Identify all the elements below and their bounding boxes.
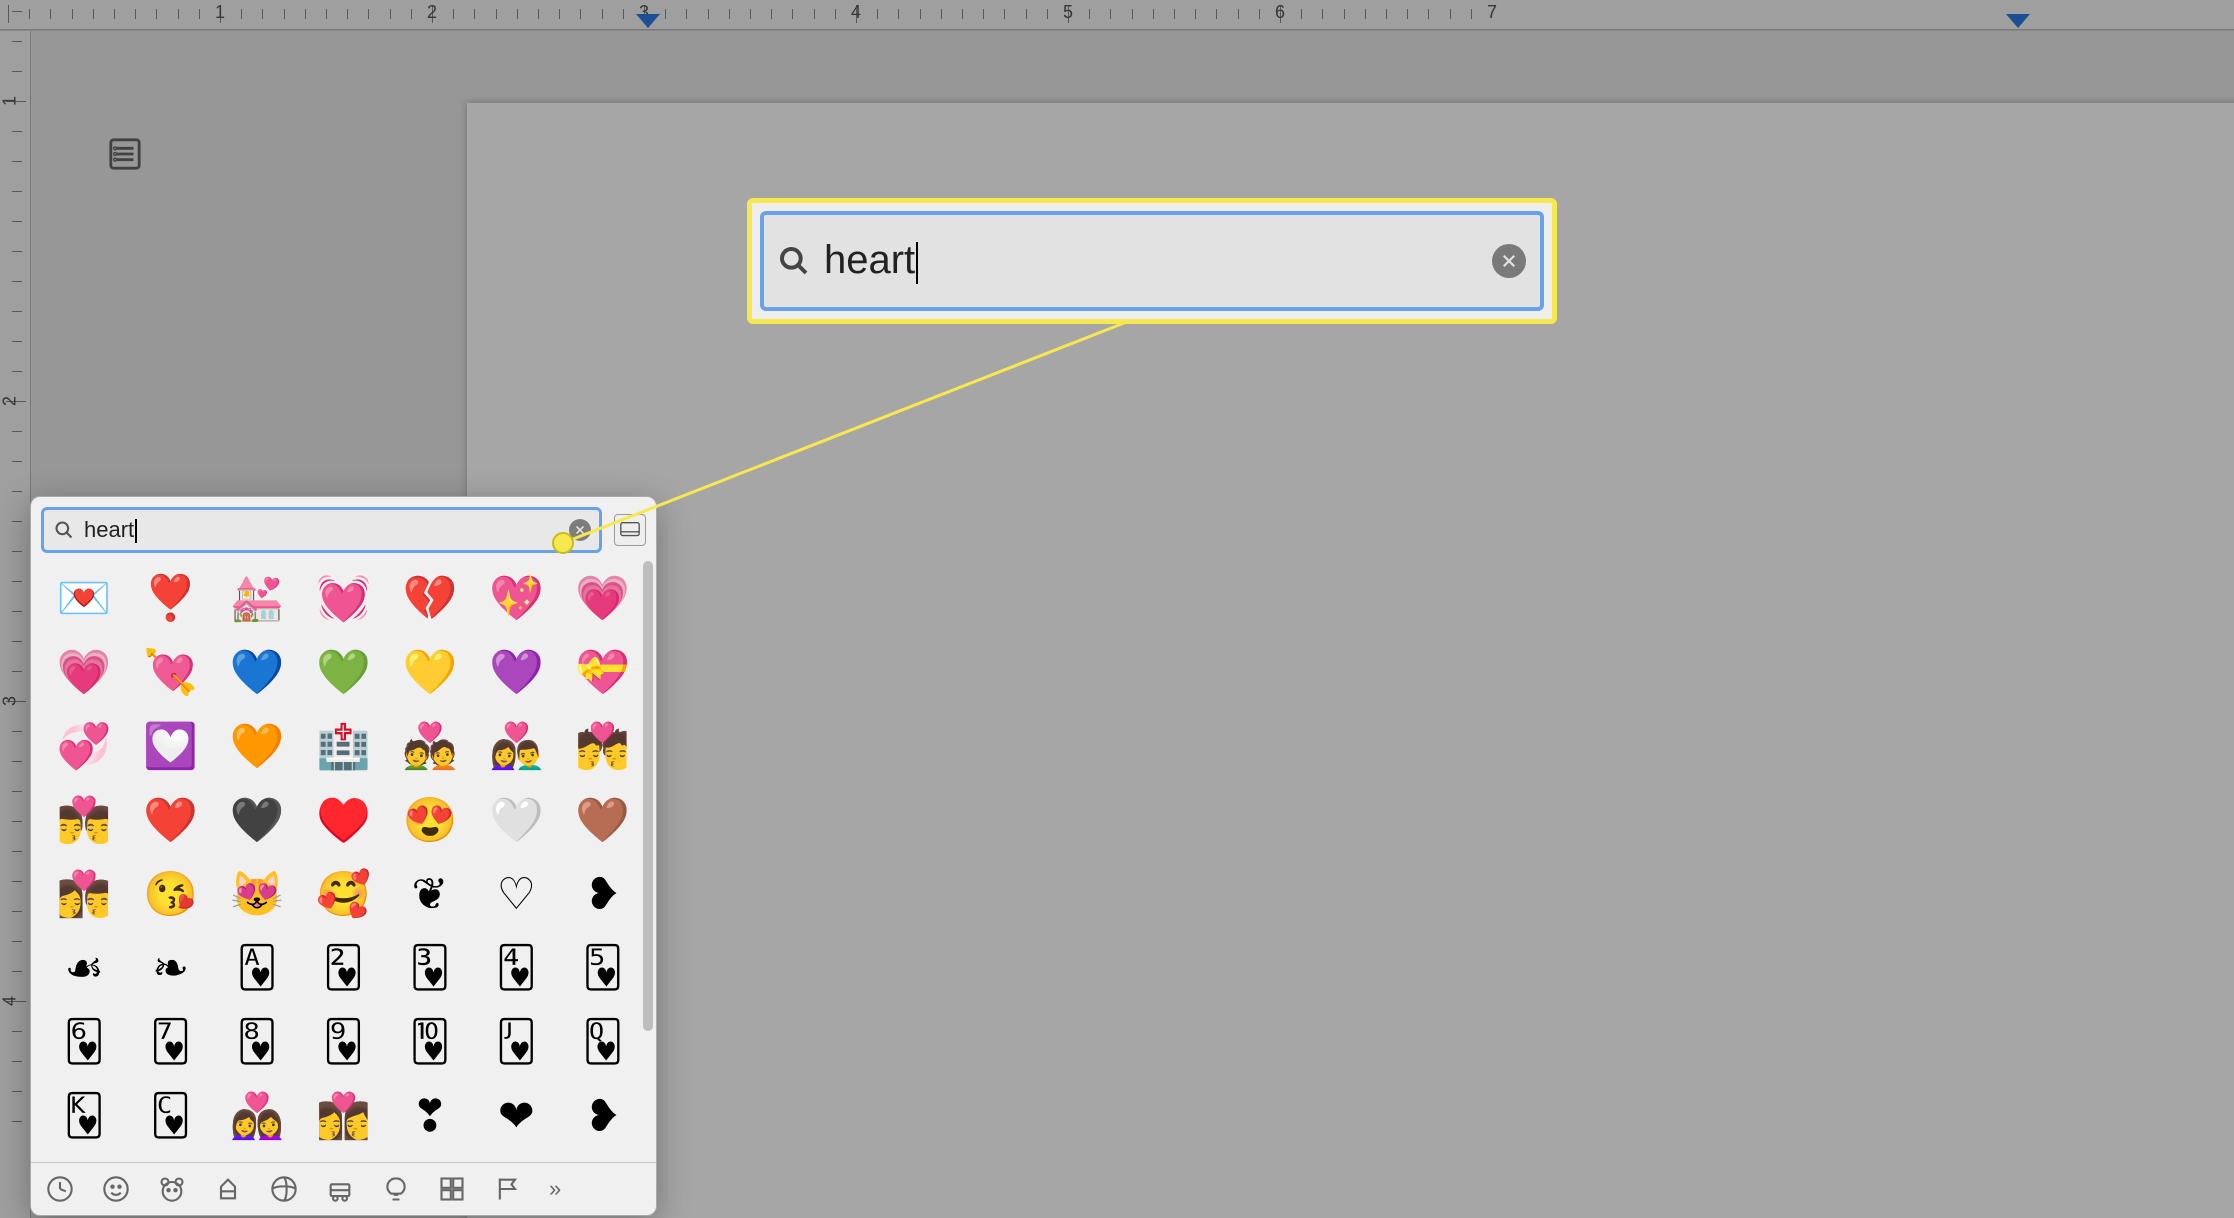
emoji-ace-hearts-card[interactable]: 🂱 — [216, 933, 298, 1003]
emoji-green-heart[interactable]: 💚 — [302, 637, 384, 707]
emoji-jack-hearts-card[interactable]: 🂻 — [475, 1007, 557, 1077]
emoji-purple-heart[interactable]: 💜 — [475, 637, 557, 707]
category-objects[interactable] — [381, 1174, 411, 1204]
emoji-two-hearts-card[interactable]: 🂲 — [302, 933, 384, 1003]
category-more-button[interactable]: » — [549, 1176, 563, 1202]
vruler-number: 4 — [0, 996, 21, 1006]
emoji-kiss-mm[interactable]: 👨‍❤️‍💋‍👨 — [43, 785, 125, 855]
search-field-callout: heart — [747, 198, 1557, 324]
emoji-growing-heart[interactable]: 💗 — [43, 637, 125, 707]
vertical-ruler: 1 2 3 4 — [0, 31, 31, 1218]
category-food[interactable] — [213, 1174, 243, 1204]
ruler-number: 5 — [1063, 2, 1073, 23]
emoji-search-value: heart — [84, 517, 569, 543]
vruler-number: 2 — [0, 396, 21, 406]
emoji-heart-suit[interactable]: ♥️ — [302, 785, 384, 855]
emoji-couple-heart-wm[interactable]: 👩‍❤️‍👨 — [475, 711, 557, 781]
emoji-couple-with-heart[interactable]: 💑 — [389, 711, 471, 781]
emoji-heart-decoration[interactable]: 💟 — [129, 711, 211, 781]
emoji-heart-exclamation[interactable]: ❣️ — [129, 563, 211, 633]
horizontal-ruler: 1234567 — [0, 0, 2234, 30]
vruler-number: 1 — [0, 96, 21, 106]
emoji-revolving-hearts[interactable]: 💞 — [43, 711, 125, 781]
emoji-rotated-floral-heart[interactable]: ❧ — [129, 933, 211, 1003]
category-frequently-used[interactable] — [45, 1174, 75, 1204]
category-activity[interactable] — [269, 1174, 299, 1204]
expand-character-viewer-button[interactable] — [614, 514, 646, 546]
emoji-rotated-heavy-heart[interactable]: ❥ — [562, 1081, 644, 1151]
emoji-white-heart[interactable]: 🤍 — [475, 785, 557, 855]
emoji-eight-hearts-card[interactable]: 🂸 — [216, 1007, 298, 1077]
category-travel[interactable] — [325, 1174, 355, 1204]
emoji-wedding[interactable]: 💒 — [216, 563, 298, 633]
ruler-number: 4 — [851, 2, 861, 23]
clear-search-button[interactable] — [1492, 244, 1526, 278]
emoji-sparkling-heart[interactable]: 💖 — [475, 563, 557, 633]
emoji-smiling-heart-eyes[interactable]: 😍 — [389, 785, 471, 855]
callout-search-field[interactable]: heart — [760, 211, 1544, 311]
emoji-grid-scrollbar[interactable] — [643, 561, 653, 1091]
clear-search-button[interactable] — [569, 519, 591, 541]
emoji-brown-heart[interactable]: 🤎 — [562, 785, 644, 855]
category-symbols[interactable] — [437, 1174, 467, 1204]
ruler-number: 2 — [427, 2, 437, 23]
emoji-hospital[interactable]: 🏥 — [302, 711, 384, 781]
emoji-seven-hearts-card[interactable]: 🂷 — [129, 1007, 211, 1077]
emoji-heavy-black-heart[interactable]: ❤ — [475, 1081, 557, 1151]
emoji-five-hearts-card[interactable]: 🂵 — [562, 933, 644, 1003]
emoji-heavy-heart-exclamation[interactable]: ❣ — [389, 1081, 471, 1151]
outline-icon[interactable] — [108, 137, 142, 171]
callout-search-value: heart — [824, 238, 1492, 283]
ruler-number: 6 — [1275, 2, 1285, 23]
emoji-white-heart-suit[interactable]: ♡ — [475, 859, 557, 929]
emoji-heart-with-arrow[interactable]: 💘 — [129, 637, 211, 707]
emoji-nine-hearts-card[interactable]: 🂹 — [302, 1007, 384, 1077]
search-icon — [778, 245, 810, 277]
emoji-kiss-wm[interactable]: 👩‍❤️‍💋‍👨 — [43, 859, 125, 929]
emoji-blue-heart[interactable]: 💙 — [216, 637, 298, 707]
emoji-picker-panel: heart 💌❣️💒💓💔💖💗💗💘💙💚💛💜💝💞💟🧡🏥💑👩‍❤️‍👨💏👨‍❤️‍💋‍… — [30, 496, 657, 1216]
emoji-cat-heart-eyes[interactable]: 😻 — [216, 859, 298, 929]
emoji-kiss[interactable]: 💏 — [562, 711, 644, 781]
emoji-floral-heart[interactable]: ❦ — [389, 859, 471, 929]
emoji-love-letter[interactable]: 💌 — [43, 563, 125, 633]
category-animals[interactable] — [157, 1174, 187, 1204]
emoji-broken-heart[interactable]: 💔 — [389, 563, 471, 633]
category-flags[interactable] — [493, 1174, 523, 1204]
emoji-results-grid: 💌❣️💒💓💔💖💗💗💘💙💚💛💜💝💞💟🧡🏥💑👩‍❤️‍👨💏👨‍❤️‍💋‍👨❤️🖤♥️… — [31, 559, 656, 1162]
emoji-knight-hearts-card[interactable]: 🂼 — [129, 1081, 211, 1151]
emoji-rotated-heart-bullet[interactable]: ❥ — [562, 859, 644, 929]
emoji-smiling-hearts[interactable]: 🥰 — [302, 859, 384, 929]
emoji-six-hearts-card[interactable]: 🂶 — [43, 1007, 125, 1077]
scrollbar-thumb[interactable] — [643, 561, 653, 1031]
emoji-reversed-floral-heart[interactable]: ☙ — [43, 933, 125, 1003]
emoji-three-hearts-card[interactable]: 🂳 — [389, 933, 471, 1003]
emoji-growing-heart-pink[interactable]: 💗 — [562, 563, 644, 633]
search-icon — [54, 520, 74, 540]
emoji-black-heart[interactable]: 🖤 — [216, 785, 298, 855]
emoji-face-blowing-kiss[interactable]: 😘 — [129, 859, 211, 929]
emoji-ten-hearts-card[interactable]: 🂺 — [389, 1007, 471, 1077]
emoji-yellow-heart[interactable]: 💛 — [389, 637, 471, 707]
emoji-king-hearts-card[interactable]: 🂾 — [43, 1081, 125, 1151]
emoji-heart-with-ribbon[interactable]: 💝 — [562, 637, 644, 707]
emoji-couple-heart-ww[interactable]: 👩‍❤️‍👩 — [216, 1081, 298, 1151]
emoji-four-hearts-card[interactable]: 🂴 — [475, 933, 557, 1003]
emoji-red-heart[interactable]: ❤️ — [129, 785, 211, 855]
emoji-queen-hearts-card[interactable]: 🂽 — [562, 1007, 644, 1077]
emoji-kiss-ww[interactable]: 👩‍❤️‍💋‍👩 — [302, 1081, 384, 1151]
ruler-number: 7 — [1487, 2, 1497, 23]
emoji-orange-heart[interactable]: 🧡 — [216, 711, 298, 781]
category-smileys[interactable] — [101, 1174, 131, 1204]
emoji-beating-heart[interactable]: 💓 — [302, 563, 384, 633]
vruler-number: 3 — [0, 696, 21, 706]
emoji-category-bar: » — [31, 1162, 656, 1215]
emoji-search-field[interactable]: heart — [41, 507, 602, 553]
ruler-number: 1 — [215, 2, 225, 23]
